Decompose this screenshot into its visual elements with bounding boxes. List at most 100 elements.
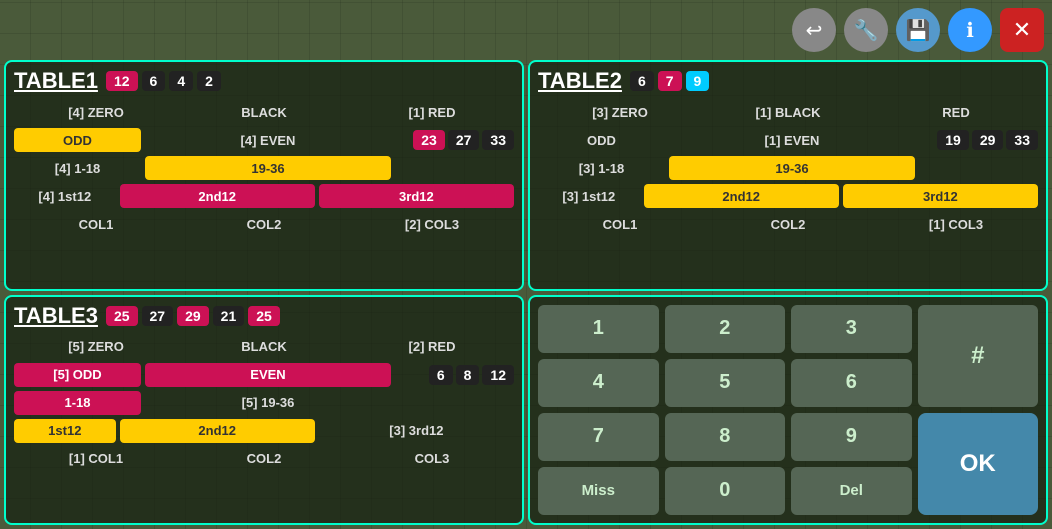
- table2-row-odd: ODD [1] EVEN 19 29 33: [538, 128, 1038, 152]
- table1-header: TABLE1 12 6 4 2: [14, 68, 514, 94]
- del-button[interactable]: Del: [791, 467, 912, 515]
- table1-row-range: [4] 1-18 19-36: [14, 156, 514, 180]
- table1-num-23: 23: [413, 130, 445, 150]
- table3-num-8: 8: [456, 365, 480, 385]
- table2-1936: 19-36: [669, 156, 915, 180]
- table3-badge-1: 27: [142, 306, 174, 326]
- table2-col3: [1] COL3: [874, 212, 1038, 236]
- table2-title: TABLE2: [538, 68, 622, 94]
- table2-col2: COL2: [706, 212, 870, 236]
- back-button[interactable]: ↩: [792, 8, 836, 52]
- table1-num-33: 33: [482, 130, 514, 150]
- wrench-button[interactable]: 🔧: [844, 8, 888, 52]
- table3-title: TABLE3: [14, 303, 98, 329]
- table1-col2: COL2: [182, 212, 346, 236]
- table1-odd: ODD: [14, 128, 141, 152]
- table3-badge-4: 25: [248, 306, 280, 326]
- num-9-button[interactable]: 9: [791, 413, 912, 461]
- table2-even: [1] EVEN: [669, 128, 915, 152]
- table1-118: [4] 1-18: [14, 156, 141, 180]
- table1-3rd12: 3rd12: [319, 184, 514, 208]
- table1-panel: TABLE1 12 6 4 2 [4] ZERO BLACK [1] RED O…: [4, 60, 524, 291]
- table2-2nd12: 2nd12: [644, 184, 839, 208]
- table3-num-12: 12: [482, 365, 514, 385]
- table3-col3: COL3: [350, 447, 514, 471]
- table3-col1: [1] COL1: [14, 447, 178, 471]
- table1-black: BLACK: [182, 100, 346, 124]
- table3-black: BLACK: [182, 335, 346, 359]
- hash-button[interactable]: #: [918, 305, 1039, 407]
- table1-title: TABLE1: [14, 68, 98, 94]
- table1-even: [4] EVEN: [145, 128, 391, 152]
- table2-row-col: COL1 COL2 [1] COL3: [538, 212, 1038, 236]
- info-button[interactable]: ℹ: [948, 8, 992, 52]
- table2-1st12: [3] 1st12: [538, 184, 640, 208]
- table2-row-zero: [3] ZERO [1] BLACK RED: [538, 100, 1038, 124]
- num-4-button[interactable]: 4: [538, 359, 659, 407]
- table1-2nd12: 2nd12: [120, 184, 315, 208]
- table2-num-29: 29: [972, 130, 1004, 150]
- table1-num-27: 27: [448, 130, 480, 150]
- table1-badge-1: 6: [142, 71, 166, 91]
- table2-num-19: 19: [937, 130, 969, 150]
- table2-badge-1: 7: [658, 71, 682, 91]
- table3-row-odd: [5] ODD EVEN 6 8 12: [14, 363, 514, 387]
- table1-row-odd: ODD [4] EVEN 23 27 33: [14, 128, 514, 152]
- table3-row-col: [1] COL1 COL2 COL3: [14, 447, 514, 471]
- table2-row-range: [3] 1-18 19-36: [538, 156, 1038, 180]
- table2-panel: TABLE2 6 7 9 [3] ZERO [1] BLACK RED ODD …: [528, 60, 1048, 291]
- table2-odd: ODD: [538, 128, 665, 152]
- table2-zero: [3] ZERO: [538, 100, 702, 124]
- table2-header: TABLE2 6 7 9: [538, 68, 1038, 94]
- table3-row-range: 1-18 [5] 19-36: [14, 391, 514, 415]
- num-2-button[interactable]: 2: [665, 305, 786, 353]
- num-1-button[interactable]: 1: [538, 305, 659, 353]
- table3-badge-3: 21: [213, 306, 245, 326]
- table3-zero: [5] ZERO: [14, 335, 178, 359]
- table1-row-zero: [4] ZERO BLACK [1] RED: [14, 100, 514, 124]
- num-0-button[interactable]: 0: [665, 467, 786, 515]
- num-7-button[interactable]: 7: [538, 413, 659, 461]
- table1-1936: 19-36: [145, 156, 391, 180]
- table1-col1: COL1: [14, 212, 178, 236]
- table1-badge-3: 2: [197, 71, 221, 91]
- num-6-button[interactable]: 6: [791, 359, 912, 407]
- miss-button[interactable]: Miss: [538, 467, 659, 515]
- num-3-button[interactable]: 3: [791, 305, 912, 353]
- table1-1st12: [4] 1st12: [14, 184, 116, 208]
- table2-118: [3] 1-18: [538, 156, 665, 180]
- table1-badge-0: 12: [106, 71, 138, 91]
- table2-badge-0: 6: [630, 71, 654, 91]
- table3-num-6: 6: [429, 365, 453, 385]
- table3-badge-0: 25: [106, 306, 138, 326]
- table3-panel: TABLE3 25 27 29 21 25 [5] ZERO BLACK [2]…: [4, 295, 524, 526]
- table3-3rd12: [3] 3rd12: [319, 419, 514, 443]
- table3-2nd12: 2nd12: [120, 419, 315, 443]
- table2-black: [1] BLACK: [706, 100, 870, 124]
- main-grid: TABLE1 12 6 4 2 [4] ZERO BLACK [1] RED O…: [4, 60, 1048, 525]
- table3-red: [2] RED: [350, 335, 514, 359]
- num-8-button[interactable]: 8: [665, 413, 786, 461]
- table3-header: TABLE3 25 27 29 21 25: [14, 303, 514, 329]
- table1-row-col: COL1 COL2 [2] COL3: [14, 212, 514, 236]
- table3-row-zero: [5] ZERO BLACK [2] RED: [14, 335, 514, 359]
- table1-badge-2: 4: [169, 71, 193, 91]
- table3-col2: COL2: [182, 447, 346, 471]
- num-5-button[interactable]: 5: [665, 359, 786, 407]
- table2-red: RED: [874, 100, 1038, 124]
- close-button[interactable]: ✕: [1000, 8, 1044, 52]
- table1-red: [1] RED: [350, 100, 514, 124]
- table3-118: 1-18: [14, 391, 141, 415]
- table3-1936: [5] 19-36: [145, 391, 391, 415]
- numpad-panel: 1 2 3 # 4 5 6 7 8 9 OK Miss 0 Del: [528, 295, 1048, 526]
- table1-col3: [2] COL3: [350, 212, 514, 236]
- table3-badge-2: 29: [177, 306, 209, 326]
- table1-zero: [4] ZERO: [14, 100, 178, 124]
- table3-odd: [5] ODD: [14, 363, 141, 387]
- table3-1st12: 1st12: [14, 419, 116, 443]
- table2-3rd12: 3rd12: [843, 184, 1038, 208]
- toolbar: ↩ 🔧 💾 ℹ ✕: [792, 8, 1044, 52]
- ok-button[interactable]: OK: [918, 413, 1039, 515]
- table1-row-dozen: [4] 1st12 2nd12 3rd12: [14, 184, 514, 208]
- save-button[interactable]: 💾: [896, 8, 940, 52]
